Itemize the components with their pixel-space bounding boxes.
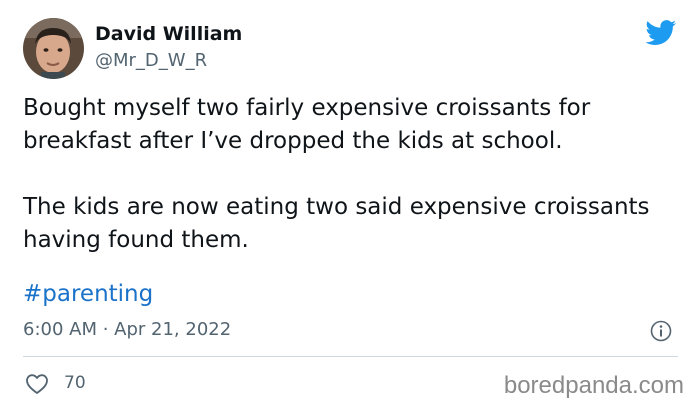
watermark: boredpanda.com	[503, 372, 684, 399]
heart-icon[interactable]	[25, 373, 49, 395]
tweet-timestamp[interactable]: 6:00 AM · Apr 21, 2022	[23, 319, 231, 340]
author-handle[interactable]: @Mr_D_W_R	[95, 50, 207, 71]
tweet-paragraph: The kids are now eating two said expensi…	[23, 194, 650, 253]
like-count: 70	[64, 373, 86, 393]
tweet-paragraph: Bought myself two fairly expensive crois…	[23, 95, 591, 154]
info-icon[interactable]	[650, 320, 672, 342]
twitter-bird-icon[interactable]	[645, 20, 677, 46]
profile-photo-icon	[23, 18, 84, 79]
hashtag-link[interactable]: #parenting	[23, 278, 153, 311]
divider	[23, 356, 678, 357]
avatar[interactable]	[23, 18, 84, 79]
tweet-text: Bought myself two fairly expensive crois…	[23, 92, 673, 290]
author-name[interactable]: David William	[95, 23, 242, 45]
tweet-card: David William @Mr_D_W_R Bought myself tw…	[0, 0, 700, 410]
